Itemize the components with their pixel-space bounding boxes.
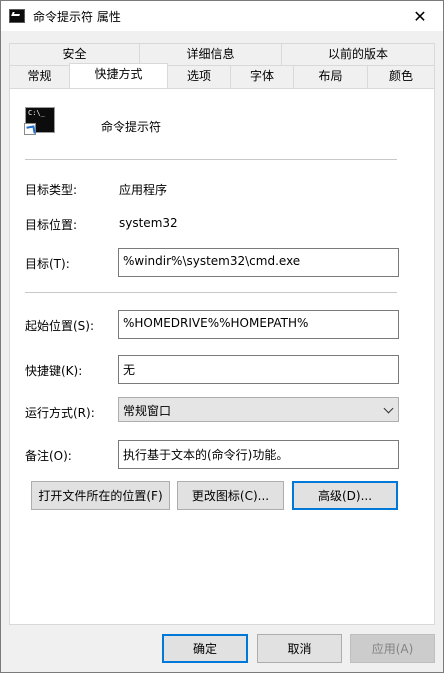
target-location-label: 目标位置: — [25, 218, 78, 232]
hotkey-input[interactable]: 无 — [118, 355, 399, 384]
close-button[interactable]: ✕ — [397, 1, 443, 31]
tab-security[interactable]: 安全 — [9, 43, 140, 65]
cancel-button[interactable]: 取消 — [257, 634, 342, 663]
start-in-input[interactable]: %HOMEDRIVE%%HOMEPATH% — [118, 310, 399, 339]
shortcut-name: 命令提示符 — [101, 120, 162, 134]
cmd-icon — [9, 9, 25, 23]
tab-row-back: 安全 详细信息 以前的版本 — [9, 43, 435, 65]
tab-colors[interactable]: 颜色 — [367, 65, 435, 88]
divider — [25, 292, 397, 293]
hotkey-label: 快捷键(K): — [25, 364, 83, 378]
target-label: 目标(T): — [25, 257, 70, 271]
apply-button[interactable]: 应用(A) — [350, 634, 435, 663]
comment-label: 备注(O): — [25, 449, 72, 463]
run-mode-value: 常规窗口 — [123, 404, 172, 418]
open-file-location-button[interactable]: 打开文件所在的位置(F) — [31, 481, 170, 510]
divider — [25, 159, 397, 160]
tab-previous-versions[interactable]: 以前的版本 — [281, 43, 435, 65]
tab-options[interactable]: 选项 — [167, 65, 231, 88]
shortcut-panel: C:\_ 命令提示符 目标类型: 应用程序 目标位置: system32 目标(… — [9, 88, 435, 625]
target-type-value: 应用程序 — [119, 183, 168, 197]
advanced-button[interactable]: 高级(D)... — [292, 481, 398, 510]
run-mode-select[interactable]: 常规窗口 — [118, 397, 399, 422]
target-type-label: 目标类型: — [25, 183, 78, 197]
shortcut-arrow-icon — [24, 123, 36, 135]
ok-button[interactable]: 确定 — [162, 634, 248, 663]
properties-dialog: 命令提示符 属性 ✕ 安全 详细信息 以前的版本 常规 快捷方式 选项 字体 布… — [0, 0, 444, 673]
start-in-label: 起始位置(S): — [25, 319, 95, 333]
tab-shortcut[interactable]: 快捷方式 — [69, 63, 168, 88]
tab-general[interactable]: 常规 — [9, 65, 70, 88]
chevron-down-icon — [383, 403, 394, 414]
change-icon-button[interactable]: 更改图标(C)... — [177, 481, 284, 510]
comment-input[interactable]: 执行基于文本的(命令行)功能。 — [118, 440, 399, 469]
tab-layout[interactable]: 布局 — [293, 65, 368, 88]
tab-font[interactable]: 字体 — [230, 65, 294, 88]
tab-details[interactable]: 详细信息 — [139, 43, 282, 65]
title-bar[interactable]: 命令提示符 属性 ✕ — [1, 1, 443, 31]
window-title: 命令提示符 属性 — [33, 10, 121, 24]
target-location-value: system32 — [119, 216, 178, 230]
run-label: 运行方式(R): — [25, 406, 95, 420]
close-icon: ✕ — [413, 6, 427, 26]
target-input[interactable]: %windir%\system32\cmd.exe — [118, 248, 399, 277]
tab-row-front: 常规 快捷方式 选项 字体 布局 颜色 — [9, 63, 435, 89]
